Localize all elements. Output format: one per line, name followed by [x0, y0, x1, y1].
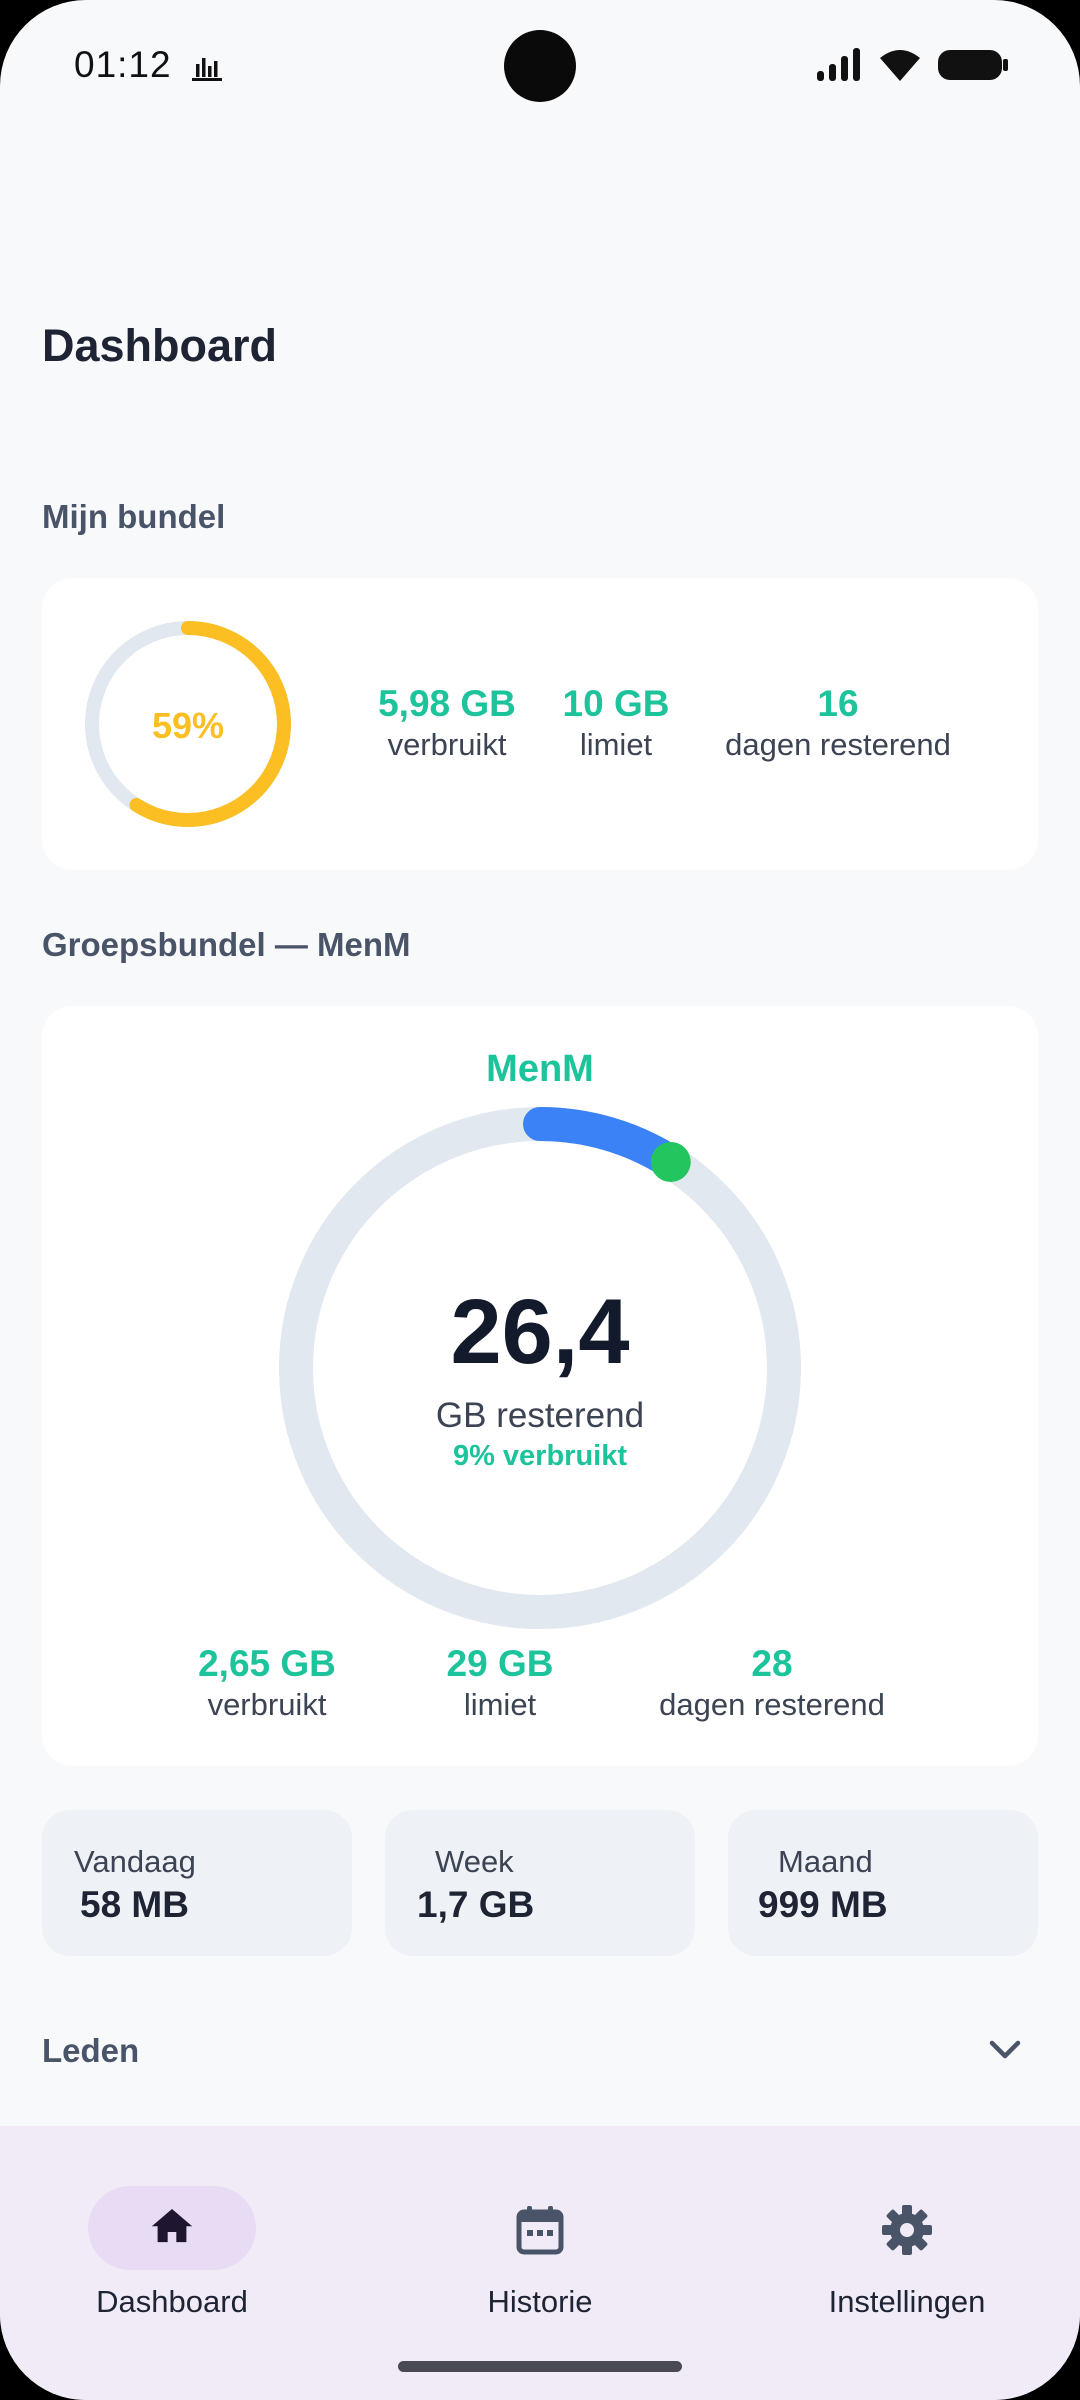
group-days: 28 dagen resterend — [652, 1642, 892, 1724]
bottom-navigation: Dashboard Historie Instellingen — [0, 2126, 1080, 2400]
members-label: Leden — [42, 2032, 140, 2069]
tile-month[interactable]: Maand 999 MB — [728, 1810, 1038, 1956]
tile-month-label: Maand — [778, 1844, 873, 1879]
chevron-down-icon — [989, 2040, 1021, 2059]
front-camera — [504, 30, 576, 102]
my-bundle-used-value: 5,98 GB — [378, 683, 516, 724]
tile-today-value: 58 MB — [80, 1884, 189, 1925]
my-bundle-days: 16 dagen resterend — [718, 682, 958, 764]
my-bundle-ring: 59% — [85, 621, 291, 827]
page-title: Dashboard — [42, 320, 278, 371]
gear-icon — [882, 2205, 932, 2255]
nav-label-dashboard: Dashboard — [96, 2284, 248, 2319]
group-limit: 29 GB limiet — [430, 1642, 570, 1724]
tile-today-label: Vandaag — [74, 1844, 196, 1879]
group-limit-value: 29 GB — [446, 1643, 554, 1684]
nav-label-historie: Historie — [487, 2284, 593, 2319]
group-used: 2,65 GB verbruikt — [182, 1642, 352, 1724]
home-icon — [151, 2208, 193, 2243]
my-bundle-label: Mijn bundel — [42, 498, 226, 535]
group-bundle-card[interactable]: MenM 26,4 GB resterend 9% verbruikt 2,65… — [42, 1006, 1038, 1766]
group-bundle-label: Groepsbundel — MenM — [42, 926, 411, 963]
nav-item-historie[interactable]: Historie — [410, 2156, 670, 2319]
group-percent-used: 9% verbruikt — [452, 1440, 628, 1472]
tile-week-label: Week — [435, 1844, 514, 1879]
group-used-label: verbruikt — [207, 1687, 327, 1722]
my-bundle-limit-label: limiet — [579, 727, 653, 762]
nav-label-instellingen: Instellingen — [828, 2284, 986, 2319]
group-used-value: 2,65 GB — [198, 1643, 336, 1684]
my-bundle-days-value: 16 — [817, 683, 859, 724]
group-remaining-label: GB resterend — [435, 1396, 645, 1435]
wifi-icon — [880, 50, 920, 81]
my-bundle-percent: 59% — [152, 705, 224, 746]
group-days-label: dagen resterend — [659, 1687, 885, 1722]
nav-item-dashboard[interactable]: Dashboard — [42, 2156, 302, 2319]
members-expander[interactable]: Leden — [0, 2010, 1080, 2090]
status-icons — [816, 48, 1010, 82]
group-name: MenM — [486, 1048, 594, 1090]
tile-today[interactable]: Vandaag 58 MB — [42, 1810, 352, 1956]
group-days-value: 28 — [751, 1643, 793, 1684]
tile-month-value: 999 MB — [758, 1884, 888, 1925]
my-bundle-card[interactable]: 59% 5,98 GB verbruikt 10 GB limiet 16 da… — [42, 578, 1038, 870]
group-remaining-value: 26,4 — [450, 1281, 630, 1383]
group-limit-label: limiet — [463, 1687, 537, 1722]
battery-icon — [938, 50, 1008, 80]
calendar-icon — [516, 2206, 564, 2255]
my-bundle-limit-value: 10 GB — [562, 683, 670, 724]
tile-week[interactable]: Week 1,7 GB — [385, 1810, 695, 1956]
home-indicator — [398, 2361, 682, 2372]
my-bundle-used-label: verbruikt — [387, 727, 507, 762]
group-ring-end-marker — [650, 1141, 691, 1182]
nav-item-instellingen[interactable]: Instellingen — [777, 2156, 1037, 2319]
data-activity-icon — [192, 58, 222, 81]
my-bundle-days-label: dagen resterend — [725, 727, 951, 762]
signal-icon — [817, 48, 860, 81]
status-time: 01:12 — [74, 44, 172, 85]
my-bundle-used: 5,98 GB verbruikt — [372, 682, 522, 764]
app-screen: 01:12 Dashboard Mijn bundel 59% 5,98 GB … — [0, 0, 1080, 2400]
my-bundle-limit: 10 GB limiet — [556, 682, 676, 764]
tile-week-value: 1,7 GB — [417, 1884, 535, 1925]
